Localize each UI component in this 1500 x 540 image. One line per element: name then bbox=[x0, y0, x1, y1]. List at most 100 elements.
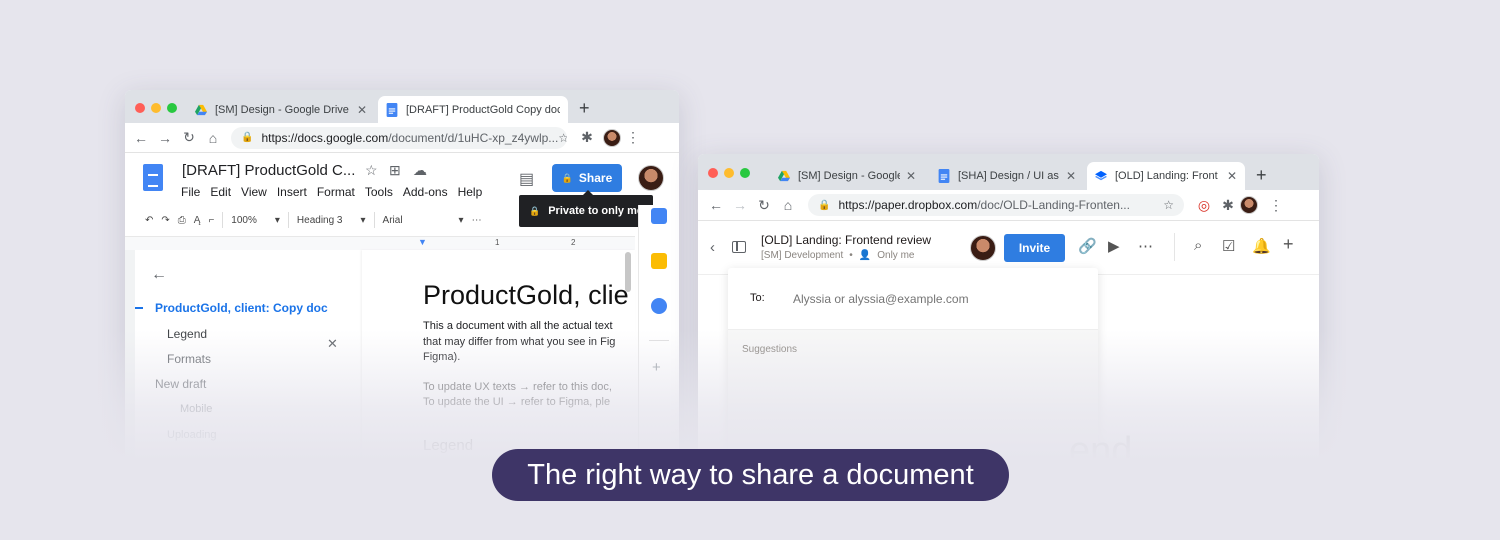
new-tab-button[interactable]: + bbox=[1256, 165, 1267, 186]
outline-item-mobile[interactable]: Mobile bbox=[180, 403, 212, 415]
back-arrow-icon[interactable]: ← bbox=[704, 197, 728, 213]
extensions-icon[interactable]: ✱ bbox=[575, 129, 599, 146]
comment-history-icon[interactable]: ▤ bbox=[519, 169, 534, 189]
keep-icon[interactable] bbox=[651, 253, 667, 269]
outline-item-productgold[interactable]: ProductGold, client: Copy doc bbox=[155, 301, 328, 315]
bookmark-star-icon[interactable]: ☆ bbox=[1163, 198, 1174, 212]
bell-icon[interactable]: 🔔 bbox=[1252, 237, 1271, 255]
document-title[interactable]: [OLD] Landing: Frontend review bbox=[761, 233, 931, 247]
recipient-input[interactable] bbox=[793, 292, 1073, 306]
scrollbar[interactable] bbox=[625, 252, 631, 292]
spellcheck-icon[interactable]: Ą bbox=[194, 215, 201, 226]
document-title[interactable]: [DRAFT] ProductGold C... bbox=[182, 162, 355, 179]
zoom-select[interactable]: 100% ▾ bbox=[231, 215, 280, 226]
home-icon[interactable]: ⌂ bbox=[776, 197, 800, 213]
close-tab-icon[interactable]: ✕ bbox=[906, 169, 916, 183]
print-icon[interactable]: ⎙ bbox=[178, 215, 186, 226]
google-docs-logo-icon[interactable] bbox=[143, 164, 163, 191]
close-tab-icon[interactable]: ✕ bbox=[357, 103, 367, 117]
bookmark-star-icon[interactable]: ☆ bbox=[558, 131, 567, 145]
extension-icon[interactable]: ◎ bbox=[1192, 197, 1216, 214]
paragraph-line: To update the UI → refer to Figma, ple bbox=[423, 396, 611, 408]
profile-avatar[interactable] bbox=[603, 128, 621, 147]
add-addon-icon[interactable]: + bbox=[652, 359, 661, 376]
create-icon[interactable]: + bbox=[1283, 234, 1294, 255]
share-button[interactable]: 🔒 Share bbox=[552, 164, 622, 192]
tab-dropbox-paper[interactable]: [OLD] Landing: Front ✕ bbox=[1087, 162, 1245, 190]
present-icon[interactable]: ▶ bbox=[1108, 237, 1120, 255]
close-tab-icon[interactable]: ✕ bbox=[1066, 169, 1076, 183]
tab-strip: [SM] Design - Google ✕ [SHA] Design / UI… bbox=[698, 154, 1319, 190]
suggestions-panel bbox=[728, 330, 1098, 540]
checklist-icon[interactable]: ☑ bbox=[1222, 237, 1235, 255]
tasks-icon[interactable] bbox=[651, 298, 667, 314]
browser-menu-icon[interactable]: ⋮ bbox=[621, 129, 645, 146]
menu-edit[interactable]: Edit bbox=[210, 185, 231, 199]
document-meta: [SM] Development • 👤 Only me bbox=[761, 250, 914, 261]
zoom-window-button[interactable] bbox=[167, 103, 177, 113]
person-icon: 👤 bbox=[858, 250, 872, 261]
menu-tools[interactable]: Tools bbox=[365, 185, 393, 199]
close-icon[interactable]: ✕ bbox=[327, 336, 338, 352]
undo-icon[interactable]: ↶ bbox=[145, 215, 153, 226]
home-icon[interactable]: ⌂ bbox=[201, 130, 225, 146]
more-icon[interactable]: ⋯ bbox=[472, 215, 482, 226]
tab-google-drive[interactable]: [SM] Design - Google Drive ✕ bbox=[187, 96, 375, 123]
zoom-window-button[interactable] bbox=[740, 168, 750, 178]
tab-docs-draft[interactable]: [DRAFT] ProductGold Copy doc bbox=[378, 96, 568, 123]
back-arrow-icon[interactable]: ← bbox=[151, 266, 167, 284]
outline-item-formats[interactable]: Formats bbox=[167, 352, 211, 366]
menu-view[interactable]: View bbox=[241, 185, 267, 199]
google-docs-icon bbox=[938, 169, 950, 183]
forward-arrow-icon[interactable]: → bbox=[728, 197, 752, 213]
outline-item-legend[interactable]: Legend bbox=[167, 327, 207, 341]
reload-icon[interactable]: ↻ bbox=[177, 129, 201, 146]
toolbar-divider bbox=[373, 212, 375, 228]
browser-menu-icon[interactable]: ⋮ bbox=[1264, 197, 1288, 214]
profile-avatar[interactable] bbox=[1240, 196, 1258, 214]
search-icon[interactable]: ⌕ bbox=[1194, 237, 1202, 254]
minimize-window-button[interactable] bbox=[151, 103, 161, 113]
new-tab-button[interactable]: + bbox=[579, 98, 590, 119]
calendar-icon[interactable] bbox=[651, 208, 667, 224]
close-window-button[interactable] bbox=[708, 168, 718, 178]
reload-icon[interactable]: ↻ bbox=[752, 197, 776, 214]
url-field[interactable]: 🔒 https://paper.dropbox.com/doc/OLD-Land… bbox=[808, 194, 1184, 216]
account-avatar[interactable] bbox=[638, 165, 664, 191]
move-folder-icon[interactable]: ⊞ bbox=[389, 162, 401, 179]
url-host: https://paper.dropbox.com bbox=[838, 198, 978, 212]
menu-insert[interactable]: Insert bbox=[277, 185, 307, 199]
outline-item-new-draft[interactable]: New draft bbox=[155, 377, 206, 391]
menu-file[interactable]: File bbox=[181, 185, 200, 199]
redo-icon[interactable]: ↷ bbox=[161, 215, 169, 226]
minimize-window-button[interactable] bbox=[724, 168, 734, 178]
invite-button[interactable]: Invite bbox=[1004, 234, 1065, 262]
extensions-icon[interactable]: ✱ bbox=[1216, 197, 1240, 214]
font-select[interactable]: Arial ▾ bbox=[383, 215, 464, 226]
collaborator-avatar[interactable] bbox=[970, 235, 996, 261]
menu-format[interactable]: Format bbox=[317, 185, 355, 199]
forward-arrow-icon[interactable]: → bbox=[153, 130, 177, 146]
menu-help[interactable]: Help bbox=[458, 185, 483, 199]
more-icon[interactable]: ⋯ bbox=[1138, 237, 1153, 255]
outline-item-uploading[interactable]: Uploading bbox=[167, 429, 217, 441]
close-tab-icon[interactable]: ✕ bbox=[1227, 169, 1237, 183]
url-field[interactable]: 🔒 https://docs.google.com/document/d/1uH… bbox=[231, 126, 567, 149]
tab-google-drive[interactable]: [SM] Design - Google ✕ bbox=[770, 162, 924, 190]
url-path: /doc/OLD-Landing-Fronten... bbox=[977, 198, 1130, 212]
visibility-label[interactable]: Only me bbox=[877, 250, 914, 261]
paint-format-icon[interactable]: ⌐ bbox=[208, 215, 214, 226]
folder-name[interactable]: [SM] Development bbox=[761, 250, 843, 261]
indent-marker-icon[interactable]: ▼ bbox=[418, 237, 427, 247]
close-window-button[interactable] bbox=[135, 103, 145, 113]
tab-sha-design[interactable]: [SHA] Design / UI as ✕ bbox=[930, 162, 1084, 190]
tab-label: [SM] Design - Google Drive bbox=[215, 103, 349, 116]
chevron-left-icon[interactable]: ‹ bbox=[710, 239, 715, 256]
cloud-saved-icon: ☁ bbox=[413, 162, 427, 178]
star-icon[interactable]: ☆ bbox=[365, 162, 378, 179]
sidebar-toggle-icon[interactable] bbox=[732, 241, 746, 253]
link-icon[interactable]: 🔗 bbox=[1078, 237, 1097, 255]
back-arrow-icon[interactable]: ← bbox=[129, 130, 153, 146]
style-select[interactable]: Heading 3 ▾ bbox=[297, 215, 366, 226]
menu-addons[interactable]: Add-ons bbox=[403, 185, 448, 199]
